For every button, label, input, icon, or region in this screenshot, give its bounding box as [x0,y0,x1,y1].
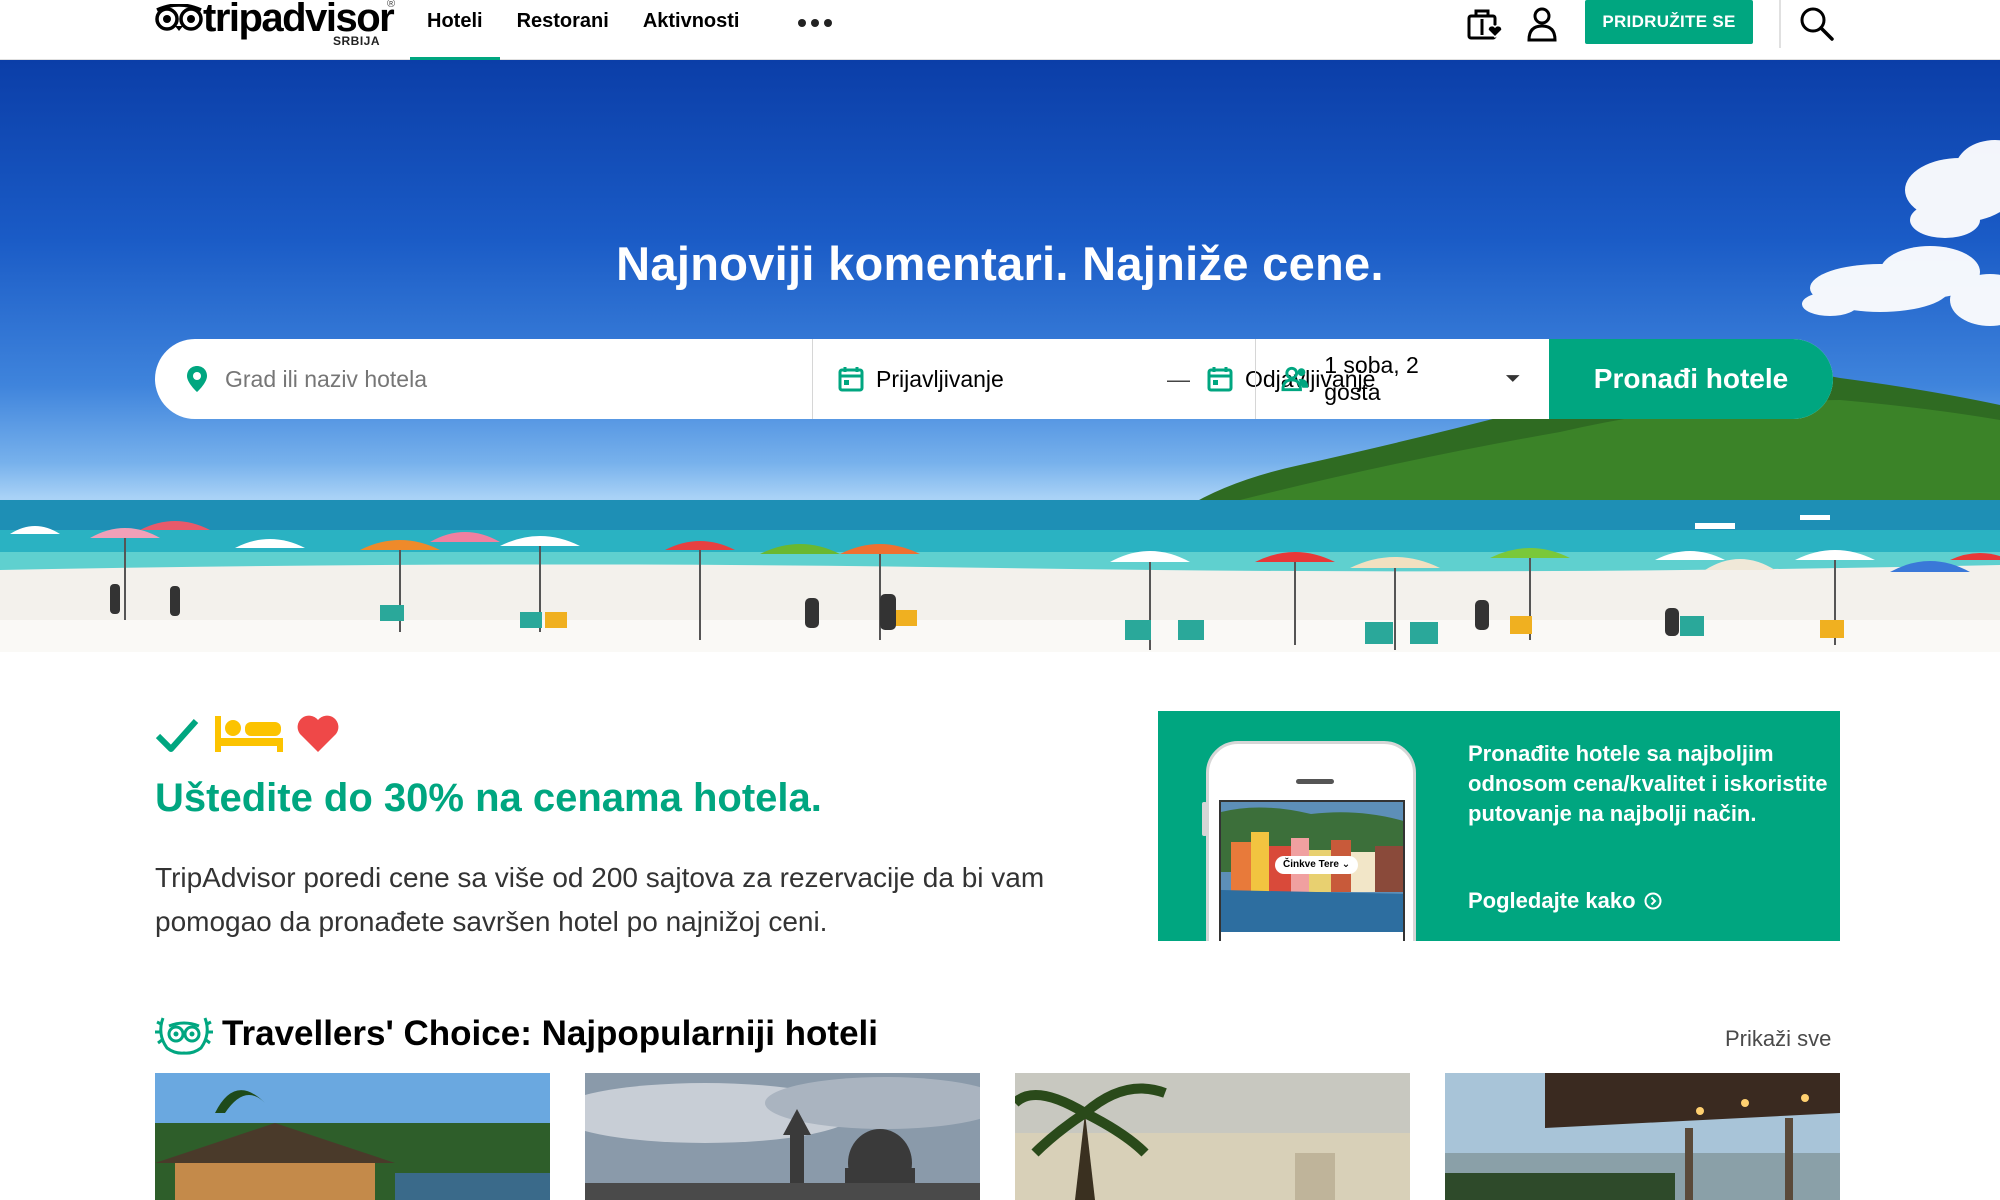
owl-logo-icon [155,4,203,31]
hotel-card-3[interactable] [1015,1073,1410,1200]
checkin-field[interactable]: Prijavljivanje [838,339,1004,419]
guests-selector[interactable]: 1 soba, 2 gosta [1281,339,1521,419]
hotel-photo-palms [1015,1073,1410,1200]
hero-banner: Najnoviji komentari. Najniže cene. Grad … [0,60,2000,652]
logo-country: SRBIJA [333,34,381,48]
bed-icon [215,716,283,752]
checkin-label: Prijavljivanje [876,365,1004,392]
main-nav: Hoteli Restorani Aktivnosti [410,0,757,60]
destination-placeholder: Grad ili naziv hotela [225,365,427,392]
heart-icon [297,715,339,752]
see-how-link[interactable]: Pogledajte kako [1468,888,1662,914]
nav-item-restorani[interactable]: Restorani [500,0,626,60]
top-header: tripadvisor ® SRBIJA Hoteli Restorani Ak… [0,0,2000,60]
map-pin-icon [187,366,207,392]
app-card-text: Pronađite hotele sa najboljim odnosom ce… [1468,741,1828,826]
hotel-photo-city [585,1073,980,1200]
guests-label: 1 soba, 2 gosta [1324,352,1419,405]
date-range-dash: — [1167,365,1190,392]
registered-mark: ® [387,0,396,10]
suitcase-heart-icon[interactable] [1465,4,1505,44]
nav-item-aktivnosti[interactable]: Aktivnosti [626,0,757,60]
search-divider [1255,339,1256,419]
travellers-choice-title: Travellers' Choice: Najpopularniji hotel… [222,1014,878,1053]
app-promo-card[interactable]: Činkve Tere ⌄ Pronađite hotele sa najbol… [1158,711,1840,941]
show-all-link[interactable]: Prikaži sve [1725,1026,1831,1052]
hotel-photo-resort [155,1073,550,1200]
search-divider [812,339,813,419]
circle-chevron-right-icon [1644,892,1662,910]
phone-city-label: Činkve Tere ⌄ [1275,856,1359,874]
hotel-search-bar: Grad ili naziv hotela Prijavljivanje — O [155,339,1833,419]
calendar-icon [838,367,864,392]
hotel-card-2[interactable] [585,1073,980,1200]
more-dots-icon[interactable] [798,19,832,27]
phone-screen: Činkve Tere ⌄ [1219,800,1405,941]
hotel-card-1[interactable] [155,1073,550,1200]
chevron-down-icon [1506,375,1521,382]
promo-text: TripAdvisor poredi cene sa više od 200 s… [155,862,1045,937]
header-divider [1779,0,1781,48]
hotel-photo-terrace [1445,1073,1840,1200]
phone-illustration: Činkve Tere ⌄ [1202,741,1416,941]
phone-side-button [1202,802,1207,836]
join-button[interactable]: PRIDRUŽITE SE [1585,0,1753,44]
hero-title: Najnoviji komentari. Najniže cene. [616,237,1384,290]
hotel-card-4[interactable] [1445,1073,1840,1200]
calendar-icon [1207,367,1233,392]
checkmark-icon [155,719,199,752]
guests-icon [1281,366,1309,392]
user-icon[interactable] [1522,4,1562,44]
travellers-choice-laurel-icon [155,1017,213,1055]
destination-input[interactable]: Grad ili naziv hotela [185,339,805,419]
find-hotels-button[interactable]: Pronađi hotele [1549,339,1833,419]
see-how-label: Pogledajte kako [1468,888,1636,913]
promo-title: Uštedite do 30% na cenama hotela. [155,776,822,820]
phone-speaker [1296,779,1334,784]
search-icon[interactable] [1797,4,1837,44]
nav-item-hoteli[interactable]: Hoteli [410,0,500,60]
